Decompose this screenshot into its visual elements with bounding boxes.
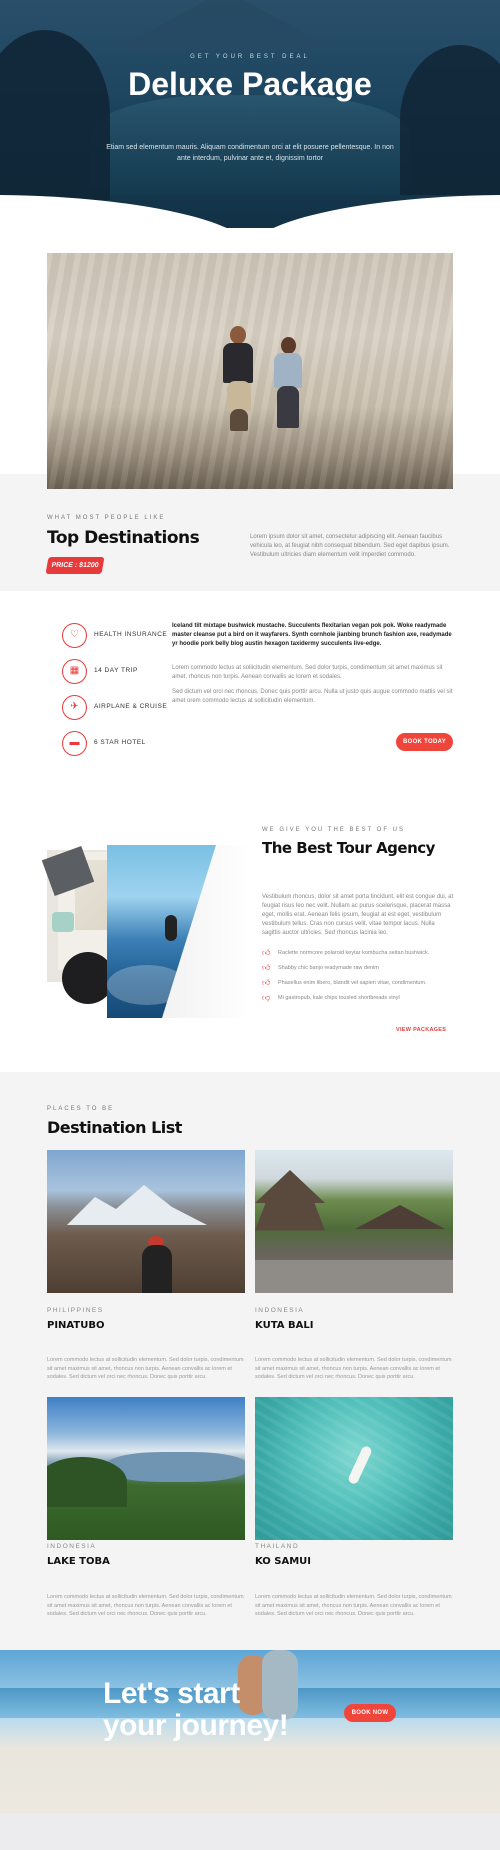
hero-text: Etiam sed elementum mauris. Aliquam cond… bbox=[106, 144, 394, 162]
feature-label: AIRPLANE & CRUISE bbox=[94, 703, 168, 710]
hiker bbox=[142, 1245, 172, 1293]
sailing-photo bbox=[107, 845, 245, 1018]
cta-title: Let's start your journey! bbox=[103, 1678, 303, 1742]
man-shins bbox=[230, 409, 248, 431]
dest-country: INDONESIA bbox=[47, 1543, 97, 1550]
dest-desc: Lorem commodo lectus at sollicitudin ele… bbox=[47, 1594, 244, 1617]
dest-country: PHILIPPINES bbox=[47, 1307, 104, 1314]
man-head bbox=[230, 326, 246, 344]
book-today-button[interactable]: BOOK TODAY bbox=[396, 733, 453, 751]
ko-samui-image[interactable] bbox=[255, 1397, 453, 1540]
hero-curve-left bbox=[0, 195, 255, 228]
feature-6-star-hotel: ▬ 6 STAR HOTEL bbox=[62, 731, 212, 757]
feature-label: 6 STAR HOTEL bbox=[94, 739, 146, 746]
thumbs-up-icon: 👍︎ bbox=[262, 978, 271, 987]
check-text: Mi gastropub, kale chips tousled shortbr… bbox=[278, 995, 400, 1001]
agency-title: The Best Tour Agency bbox=[262, 839, 435, 857]
lake-toba-image[interactable] bbox=[47, 1397, 245, 1540]
check-text: Shabby chic banjo readymade raw denim bbox=[278, 965, 379, 971]
heart-icon: ♡ bbox=[62, 623, 87, 648]
cta-title-line-1: Let's start bbox=[103, 1677, 240, 1710]
price-badge: PRICE : $1200 bbox=[45, 557, 105, 574]
dest-name[interactable]: PINATUBO bbox=[47, 1320, 104, 1331]
thumbs-down-icon: 👎︎ bbox=[262, 993, 271, 1002]
check-text: Phasellus enim libero, blandit vel sapie… bbox=[278, 980, 427, 986]
feature-label: 14 DAY TRIP bbox=[94, 667, 138, 674]
top-text: Lorem ipsum dolor sit amet, consectetur … bbox=[250, 534, 450, 558]
dest-name[interactable]: KUTA BALI bbox=[255, 1320, 313, 1331]
dest-country: THAILAND bbox=[255, 1543, 300, 1550]
temple-roof bbox=[355, 1205, 445, 1229]
agency-text: Vestibulum rhoncus, dolor sit amet porta… bbox=[262, 894, 454, 936]
hero-section: GET YOUR BEST DEAL Deluxe Package Etiam … bbox=[0, 0, 500, 228]
hill bbox=[47, 1457, 127, 1507]
book-now-button[interactable]: BOOK NOW bbox=[344, 1704, 396, 1722]
agency-eyebrow: WE GIVE YOU THE BEST OF US bbox=[262, 827, 406, 833]
pinatubo-image[interactable] bbox=[47, 1150, 245, 1293]
view-packages-link[interactable]: VIEW PACKAGES bbox=[396, 1027, 446, 1033]
sailor bbox=[165, 915, 177, 941]
camera-image bbox=[52, 912, 74, 932]
courtyard bbox=[255, 1260, 453, 1293]
dest-name[interactable]: KO SAMUI bbox=[255, 1556, 311, 1567]
thumbs-up-icon: 👍︎ bbox=[262, 963, 271, 972]
features-text-1: Lorem commodo lectus at sollicitudin ele… bbox=[172, 665, 443, 680]
airplane-icon: ✈ bbox=[62, 695, 87, 720]
couple-hiking-photo bbox=[47, 253, 453, 489]
lake bbox=[107, 1452, 245, 1482]
check-text: Raclette normcore polaroid keytar kombuc… bbox=[278, 950, 430, 956]
dest-country: INDONESIA bbox=[255, 1307, 305, 1314]
cta-title-line-2: your journey! bbox=[103, 1709, 289, 1742]
man-body bbox=[223, 343, 253, 383]
destinations-title: Destination List bbox=[47, 1118, 182, 1137]
bed-icon: ▬ bbox=[62, 731, 87, 756]
top-title: Top Destinations bbox=[47, 528, 200, 548]
woman-body bbox=[274, 353, 302, 388]
hero-mountain bbox=[115, 0, 335, 50]
destinations-eyebrow: PLACES TO BE bbox=[47, 1106, 115, 1112]
calendar-icon: ▦ bbox=[62, 659, 87, 684]
thumbs-up-icon: 👍︎ bbox=[262, 948, 271, 957]
dest-name[interactable]: LAKE TOBA bbox=[47, 1556, 110, 1567]
hero-title: Deluxe Package bbox=[128, 66, 372, 102]
top-eyebrow: WHAT MOST PEOPLE LIKE bbox=[47, 515, 166, 521]
hero-eyebrow: GET YOUR BEST DEAL bbox=[190, 54, 310, 60]
footer bbox=[0, 1813, 500, 1850]
hero-curve-right bbox=[245, 195, 500, 228]
woman-legs bbox=[277, 386, 299, 428]
snowy-peaks bbox=[67, 1185, 207, 1225]
features-strong-text: Iceland tilt mixtape bushwick mustache. … bbox=[172, 623, 452, 647]
woman-head bbox=[281, 337, 296, 354]
dest-desc: Lorem commodo lectus at sollicitudin ele… bbox=[47, 1357, 244, 1380]
man-legs bbox=[227, 381, 251, 411]
dest-desc: Lorem commodo lectus at sollicitudin ele… bbox=[255, 1594, 452, 1617]
feature-label: HEALTH INSURANCE bbox=[94, 631, 168, 638]
kuta-bali-image[interactable] bbox=[255, 1150, 453, 1293]
dest-desc: Lorem commodo lectus at sollicitudin ele… bbox=[255, 1357, 452, 1380]
features-text-2: Sed dictum vel orci nec rhoncus. Donec q… bbox=[172, 689, 453, 704]
